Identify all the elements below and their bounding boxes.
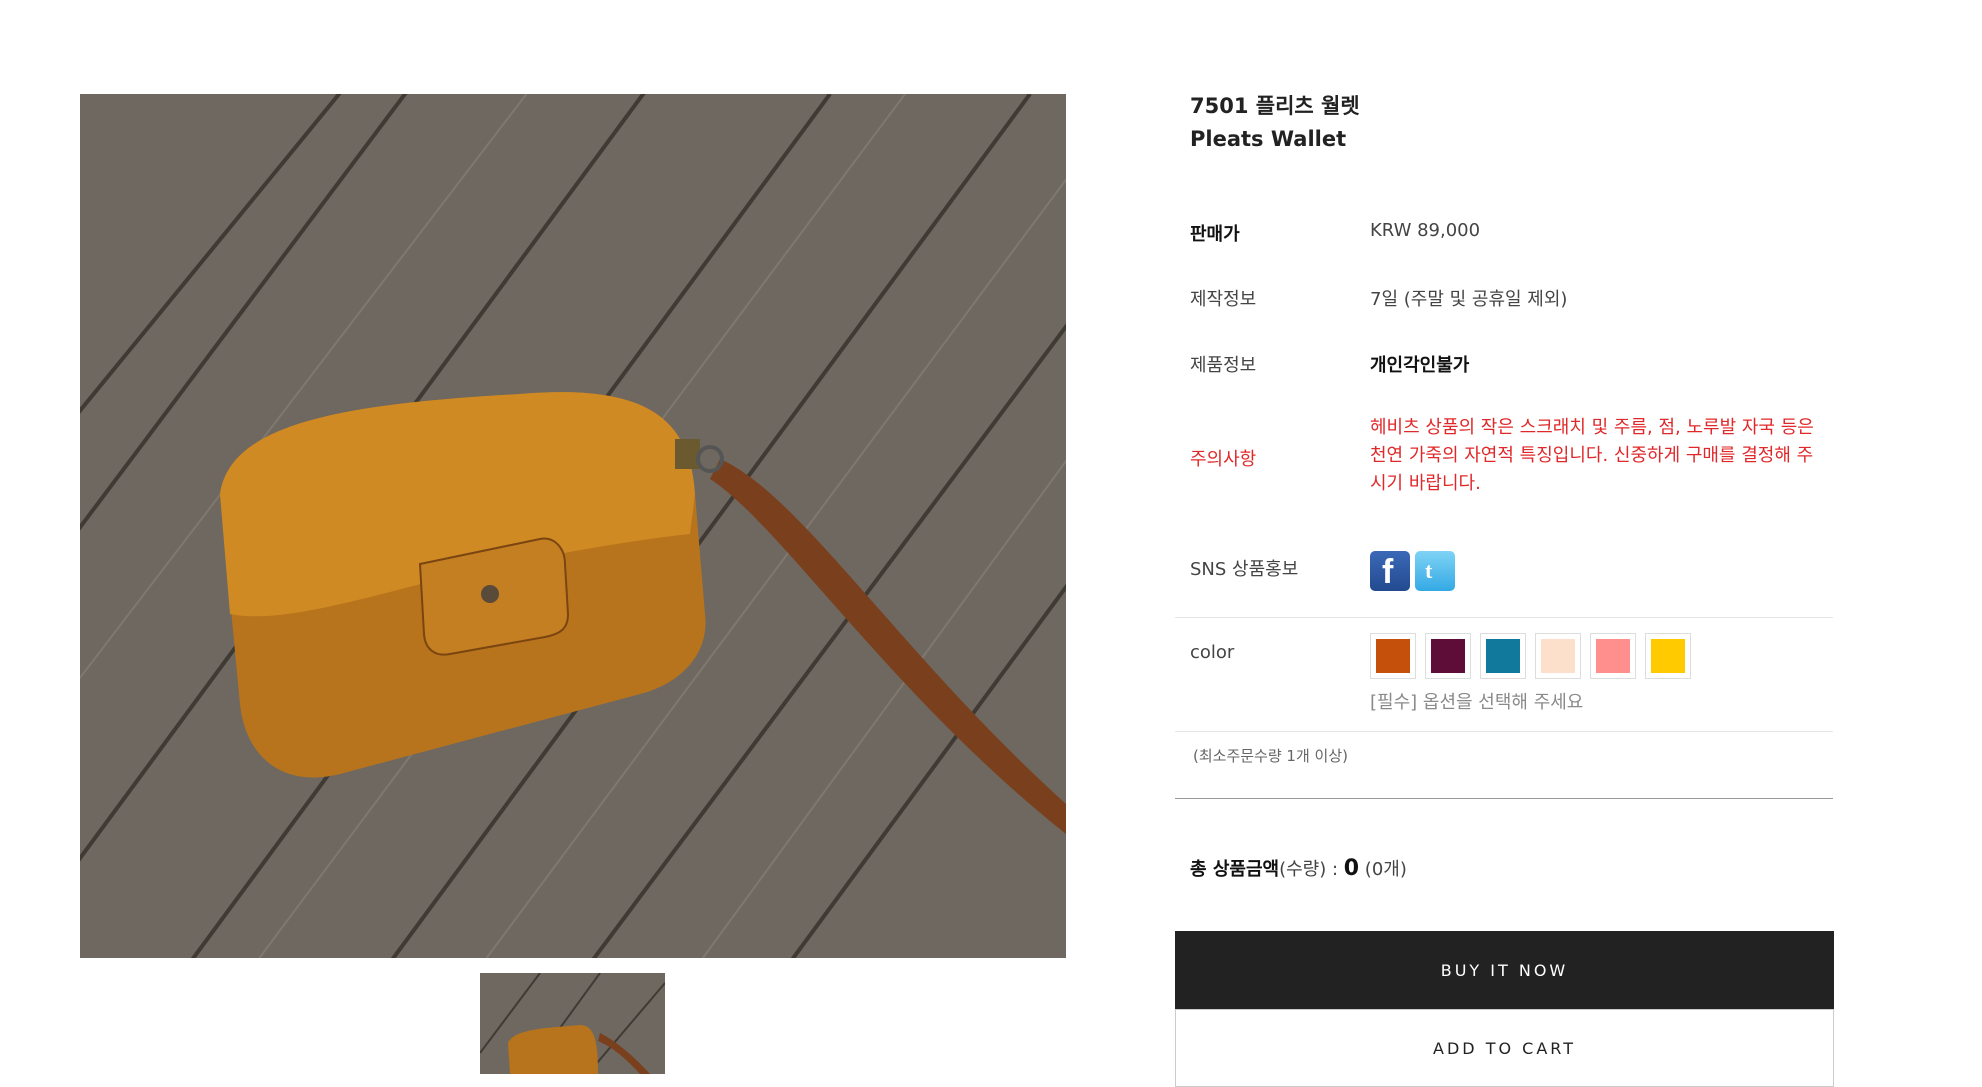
color-swatch-fill — [1541, 639, 1575, 673]
divider — [1175, 798, 1833, 799]
color-swatch[interactable] — [1645, 633, 1691, 679]
facebook-icon: f — [1382, 553, 1394, 591]
product-thumbnail[interactable] — [480, 973, 665, 1074]
buy-now-button[interactable]: BUY IT NOW — [1175, 931, 1834, 1009]
total-amount: 0 — [1343, 856, 1360, 881]
color-swatch-fill — [1376, 639, 1410, 673]
notice-label: 주의사항 — [1190, 449, 1257, 470]
color-swatch-fill — [1596, 639, 1630, 673]
option-required-hint: [필수] 옵션을 선택해 주세요 — [1370, 692, 1584, 713]
color-swatch-fill — [1431, 639, 1465, 673]
price-label: 판매가 — [1190, 224, 1240, 245]
production-label: 제작정보 — [1190, 289, 1257, 310]
min-order-qty: (최소주문수량 1개 이상) — [1193, 747, 1348, 765]
price-value: KRW 89,000 — [1370, 220, 1481, 241]
color-swatch[interactable] — [1480, 633, 1526, 679]
product-info-label: 제품정보 — [1190, 355, 1257, 376]
divider — [1175, 731, 1833, 732]
product-info-value: 개인각인불가 — [1370, 355, 1470, 376]
color-swatch[interactable] — [1535, 633, 1581, 679]
sns-label: SNS 상품홍보 — [1190, 559, 1299, 580]
color-swatch-fill — [1486, 639, 1520, 673]
twitter-share-button[interactable]: t — [1415, 551, 1455, 591]
total-count: (0개) — [1359, 859, 1407, 880]
color-label: color — [1190, 642, 1235, 663]
total-label: 총 상품금액 — [1190, 859, 1280, 880]
twitter-icon: t — [1425, 558, 1433, 583]
add-to-cart-button[interactable]: ADD TO CART — [1175, 1009, 1834, 1087]
total-price-line: 총 상품금액(수량) : 0 (0개) — [1190, 855, 1407, 881]
product-title-english: Pleats Wallet — [1190, 127, 1347, 151]
color-swatch-fill — [1651, 639, 1685, 673]
color-swatch[interactable] — [1425, 633, 1471, 679]
product-title-korean: 7501 플리츠 월렛 — [1190, 94, 1360, 118]
color-swatch[interactable] — [1370, 633, 1416, 679]
divider — [1175, 617, 1833, 618]
notice-value: 헤비츠 상품의 작은 스크래치 및 주름, 점, 노루발 자국 등은 천연 가죽… — [1370, 417, 1814, 494]
production-value: 7일 (주말 및 공휴일 제외) — [1370, 289, 1568, 310]
facebook-share-button[interactable]: f — [1370, 551, 1410, 591]
total-qty-label: (수량) : — [1279, 859, 1344, 880]
color-swatch[interactable] — [1590, 633, 1636, 679]
product-main-image — [80, 94, 1066, 958]
